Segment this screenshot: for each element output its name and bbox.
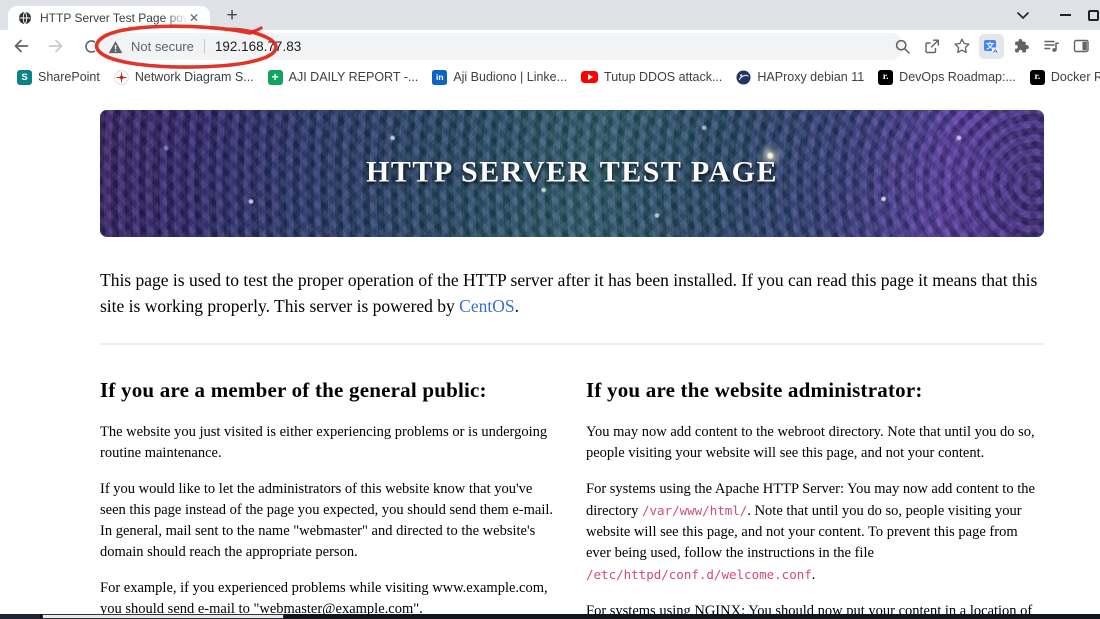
bookmark-sharepoint[interactable]: S SharePoint [10, 67, 107, 88]
general-public-section: If you are a member of the general publi… [100, 378, 558, 619]
security-label[interactable]: Not secure [131, 39, 194, 54]
administrator-heading: If you are the website administrator: [586, 378, 923, 402]
side-panel-icon[interactable] [1068, 33, 1094, 59]
spreadsheet-icon: + [267, 69, 283, 85]
tab-close-icon[interactable]: ✕ [186, 10, 202, 26]
sharepoint-icon: S [17, 69, 32, 85]
google-translate-icon[interactable] [979, 33, 1004, 59]
bookmarks-bar: S SharePoint Network Diagram S... + AJI … [0, 62, 1100, 92]
page-content: HTTP SERVER TEST PAGE This page is used … [0, 92, 1100, 619]
bookmark-linkedin[interactable]: in Aji Budiono | Linke... [425, 67, 574, 88]
new-tab-button[interactable]: + [220, 5, 244, 27]
roadmap-icon: r. [878, 69, 894, 85]
roadmap-icon: r. [1029, 69, 1045, 85]
linkedin-icon: in [432, 69, 448, 85]
browser-tab[interactable]: HTTP Server Test Page powered ✕ [8, 6, 210, 30]
extensions-puzzle-icon[interactable] [1008, 33, 1034, 59]
intro-paragraph: This page is used to test the proper ope… [100, 270, 1038, 316]
public-paragraph-3: For example, if you experienced problems… [100, 580, 548, 617]
globe-favicon-icon [18, 11, 32, 25]
omnibox-separator [203, 39, 205, 54]
bookmark-star-icon[interactable] [949, 33, 975, 59]
search-icon[interactable] [889, 33, 915, 59]
website-administrator-section: If you are the website administrator: Yo… [586, 378, 1044, 619]
media-playlist-icon[interactable] [1038, 33, 1064, 59]
bottom-bar-dark-segment [0, 614, 40, 619]
public-paragraph-2: If you would like to let the administrat… [100, 481, 553, 560]
general-public-heading: If you are a member of the general publi… [100, 378, 487, 402]
window-maximize-button[interactable] [1086, 0, 1100, 30]
forward-button[interactable] [43, 33, 69, 59]
url-text[interactable]: 192.168.77.83 [215, 39, 301, 54]
tab-search-chevron-icon[interactable] [1002, 0, 1044, 30]
admin-paragraph-2: For systems using the Apache HTTP Server… [586, 481, 1035, 583]
bookmark-devops-roadmap[interactable]: r. DevOps Roadmap:... [871, 67, 1023, 88]
bottom-edge-bar [0, 614, 1100, 619]
bottom-bar-light-segment[interactable] [42, 614, 284, 619]
banner-title: HTTP SERVER TEST PAGE [366, 155, 778, 189]
section-divider [100, 343, 1044, 345]
test-page-banner: HTTP SERVER TEST PAGE [100, 110, 1044, 237]
network-diagram-icon [114, 69, 129, 85]
bookmark-docker-roadmap[interactable]: r. Docker Roadmap -... [1023, 67, 1100, 88]
bookmark-network-diagram[interactable]: Network Diagram S... [107, 67, 261, 88]
share-icon[interactable] [919, 33, 945, 59]
centos-link[interactable]: CentOS [459, 296, 514, 316]
bookmark-haproxy[interactable]: HAProxy debian 11 [729, 67, 871, 88]
tab-strip: HTTP Server Test Page powered ✕ + [0, 0, 1100, 30]
youtube-icon [581, 71, 599, 83]
browser-toolbar: Not secure 192.168.77.83 [0, 30, 1100, 62]
back-button[interactable] [8, 33, 34, 59]
admin-paragraph-1: You may now add content to the webroot d… [586, 424, 1035, 461]
public-paragraph-1: The website you just visited is either e… [100, 424, 548, 461]
haproxy-icon [736, 70, 751, 85]
window-minimize-button[interactable] [1044, 0, 1086, 30]
not-secure-warning-icon[interactable] [108, 40, 123, 54]
address-bar[interactable]: Not secure 192.168.77.83 [94, 33, 904, 60]
bookmark-youtube[interactable]: Tutup DDOS attack... [574, 67, 729, 87]
bookmark-aji-daily-report[interactable]: + AJI DAILY REPORT -... [261, 67, 426, 88]
tab-title: HTTP Server Test Page powered [40, 11, 186, 25]
